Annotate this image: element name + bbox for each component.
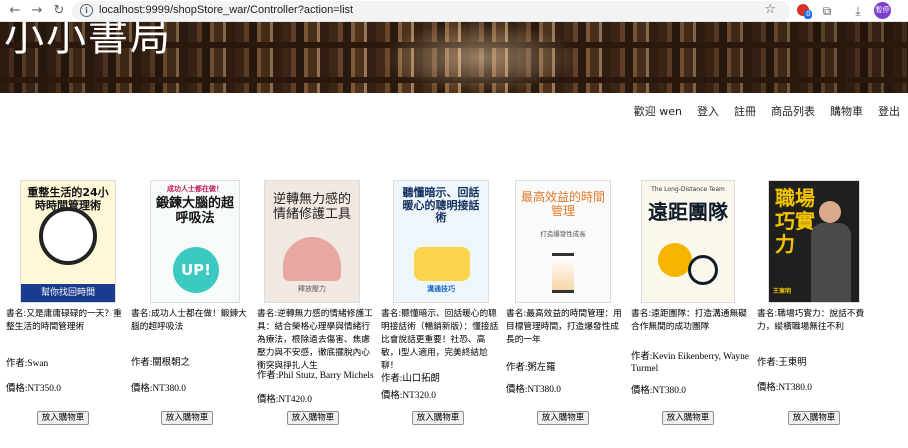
product-card: 重整生活的24小時時間管理術 幫你找回時間 書名:又是庸庸碌碌的一天？重整生活的…: [6, 180, 124, 448]
product-list: 重整生活的24小時時間管理術 幫你找回時間 書名:又是庸庸碌碌的一天？重整生活的…: [0, 180, 908, 448]
bookmark-star-icon[interactable]: ☆: [764, 2, 776, 17]
product-price: 價格:NT420.0: [257, 395, 312, 405]
product-author: 作者:王東明: [757, 358, 807, 368]
product-name: 書名:逆轉無力感的情緒修護工具：結合榮格心理學與情緒行為療法，根除過去傷害、焦慮…: [257, 309, 373, 371]
author-photo-head: [819, 201, 841, 223]
register-link[interactable]: 註冊: [734, 103, 756, 119]
author-photo-body: [811, 223, 851, 302]
add-to-cart-button[interactable]: 放入購物車: [161, 411, 213, 425]
product-author: 作者:Kevin Eikenberry, Wayne Turmel: [631, 352, 749, 374]
banner-light: [380, 22, 580, 93]
welcome-text: 歡迎 wen: [633, 105, 682, 118]
circle-graphic: [658, 243, 692, 277]
cover-subtitle: 幫你找回時間: [21, 284, 115, 302]
cover-subtitle: 成功人士都在做！: [167, 185, 223, 193]
product-price: 價格:NT380.0: [506, 385, 561, 395]
product-price: 價格:NT350.0: [6, 384, 61, 394]
clock-graphic: [39, 207, 97, 265]
cart-link[interactable]: 購物車: [830, 103, 863, 119]
product-author: 作者:山口拓朗: [381, 374, 440, 384]
product-price: 價格:NT320.0: [381, 391, 436, 401]
store-banner: 小小書局: [0, 22, 908, 93]
product-author: 作者:關根朝之: [131, 358, 190, 368]
add-to-cart-button[interactable]: 放入購物車: [537, 411, 589, 425]
product-name: 書名:遠距團隊：打造溝通無礙合作無間的成功團隊: [631, 309, 747, 332]
cover-title: 遠距團隊: [648, 200, 728, 224]
add-to-cart-button[interactable]: 放入購物車: [287, 411, 339, 425]
site-info-icon[interactable]: i: [80, 4, 93, 17]
cover-subtitle: 王東明: [773, 288, 792, 295]
book-cover[interactable]: 重整生活的24小時時間管理術 幫你找回時間: [20, 180, 116, 303]
product-author: 作者:Swan: [6, 359, 49, 369]
product-name: 書名:職場巧實力：說話不費力，縱橫職場無往不利: [757, 309, 865, 332]
book-cover[interactable]: 聽懂暗示、回話暖心的聰明接話術 溝通技巧: [393, 180, 489, 303]
product-name: 書名:又是庸庸碌碌的一天？重整生活的時間管理術: [6, 309, 122, 332]
add-to-cart-button[interactable]: 放入購物車: [662, 411, 714, 425]
product-card: 聽懂暗示、回話暖心的聰明接話術 溝通技巧 書名:聽懂暗示、回話暖心的聰明接話術（…: [381, 180, 499, 448]
product-price: 價格:NT380.0: [757, 383, 812, 393]
speech-bubble-graphic: [414, 247, 470, 281]
profile-avatar[interactable]: 暫停: [874, 2, 891, 19]
product-card: 成功人士都在做！ 鍛鍊大腦的超呼吸法 UP! 書名:成功人士都在做！鍛鍊大腦的超…: [131, 180, 249, 448]
product-name: 書名:最高效益的時間管理：用目標管理時間，打造爆發性成長的一年: [506, 309, 622, 345]
product-price: 價格:NT380.0: [631, 386, 686, 396]
cover-subtitle: 打造爆發性成長: [540, 230, 586, 238]
add-to-cart-button[interactable]: 放入購物車: [412, 411, 464, 425]
book-cover[interactable]: 最高效益的時間管理 打造爆發性成長: [515, 180, 611, 303]
book-cover[interactable]: The Long-Distance Team 遠距團隊: [641, 180, 735, 303]
logout-link[interactable]: 登出: [878, 103, 900, 119]
cover-subtitle: The Long-Distance Team: [651, 186, 725, 193]
store-title: 小小書局: [4, 22, 172, 60]
cover-title: 聽懂暗示、回話暖心的聰明接話術: [402, 186, 480, 225]
product-author: 作者:Phil Stutz, Barry Michels: [257, 371, 374, 381]
top-navigation: 歡迎 wen 登入 註冊 商品列表 購物車 登出: [634, 103, 900, 119]
login-link[interactable]: 登入: [697, 103, 719, 119]
product-name: 書名:聽懂暗示、回話暖心的聰明接話術（暢銷新版）：懂接話比會說話更重要！社恐、高…: [381, 309, 499, 371]
download-icon[interactable]: ⤓: [850, 3, 866, 19]
cover-subtitle: 釋放壓力: [298, 285, 326, 293]
ring-graphic: [688, 255, 718, 285]
cover-title: 鍛鍊大腦的超呼吸法: [155, 196, 234, 226]
hourglass-graphic: [552, 253, 574, 293]
book-cover[interactable]: 逆轉無力感的情緒修護工具 釋放壓力: [264, 180, 360, 303]
illustration-graphic: [283, 237, 341, 281]
book-cover[interactable]: 成功人士都在做！ 鍛鍊大腦的超呼吸法 UP!: [150, 180, 240, 303]
forward-arrow-icon[interactable]: →: [28, 2, 46, 20]
extension-badge: 0: [804, 10, 813, 19]
add-to-cart-button[interactable]: 放入購物車: [37, 411, 89, 425]
back-arrow-icon[interactable]: ←: [6, 2, 24, 20]
product-list-link[interactable]: 商品列表: [771, 103, 815, 119]
product-card: 逆轉無力感的情緒修護工具 釋放壓力 書名:逆轉無力感的情緒修護工具：結合榮格心理…: [257, 180, 375, 448]
product-card: The Long-Distance Team 遠距團隊 書名:遠距團隊：打造溝通…: [631, 180, 749, 448]
product-author: 作者:粥左羅: [506, 363, 556, 373]
add-to-cart-button[interactable]: 放入購物車: [788, 411, 840, 425]
product-card: 職場巧實力 王東明 書名:職場巧實力：說話不費力，縱橫職場無往不利 作者:王東明…: [757, 180, 875, 448]
product-price: 價格:NT380.0: [131, 384, 186, 394]
up-circle-graphic: UP!: [173, 247, 219, 293]
product-name: 書名:成功人士都在做！鍛鍊大腦的超呼吸法: [131, 309, 247, 332]
cover-title: 逆轉無力感的情緒修護工具: [272, 192, 351, 222]
book-cover[interactable]: 職場巧實力 王東明: [768, 180, 860, 303]
address-url[interactable]: localhost:9999/shopStore_war/Controller?…: [99, 4, 353, 16]
reload-icon[interactable]: ↻: [50, 2, 68, 20]
cover-subtitle: 溝通技巧: [427, 285, 455, 293]
extensions-puzzle-icon[interactable]: ⧉: [819, 3, 835, 19]
browser-toolbar: ← → ↻ i localhost:9999/shopStore_war/Con…: [0, 0, 908, 22]
address-bar[interactable]: i localhost:9999/shopStore_war/Controlle…: [72, 1, 790, 21]
cover-title: 最高效益的時間管理: [520, 190, 605, 218]
product-card: 最高效益的時間管理 打造爆發性成長 書名:最高效益的時間管理：用目標管理時間，打…: [506, 180, 624, 448]
